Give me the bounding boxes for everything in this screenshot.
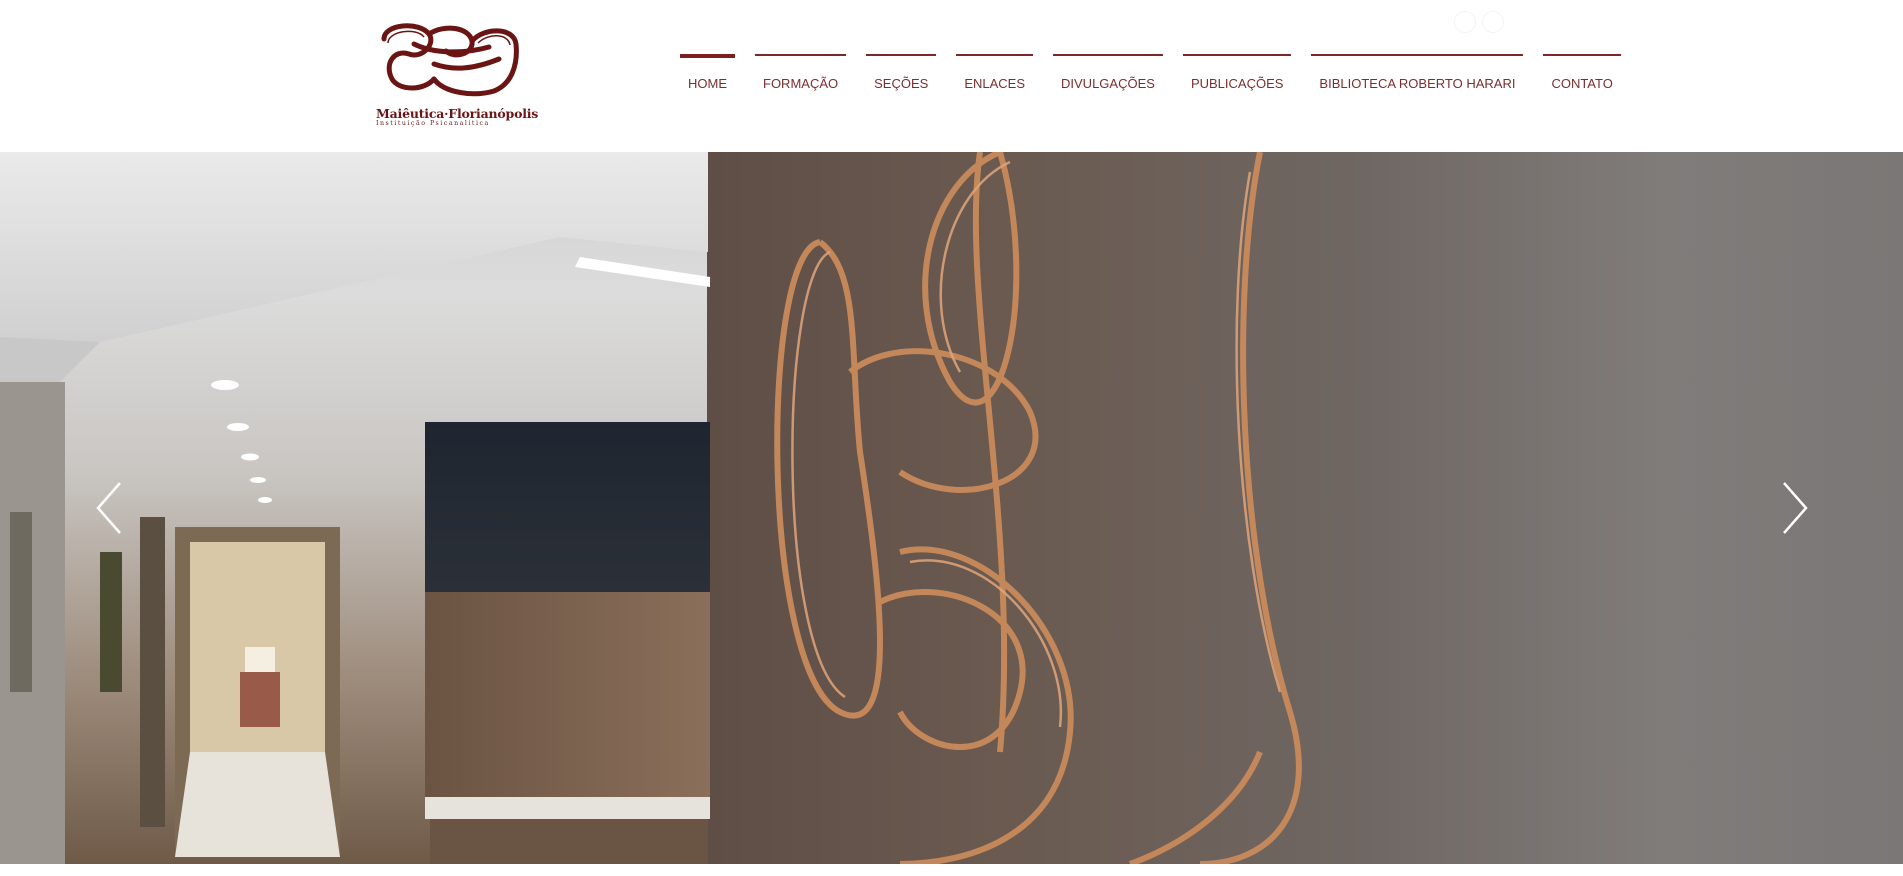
nav-item-secoes[interactable]: SEÇÕES: [866, 54, 937, 94]
nav-item-biblioteca[interactable]: BIBLIOTECA ROBERTO HARARI: [1311, 54, 1524, 94]
nav-item-divulgacoes[interactable]: DIVULGAÇÕES: [1053, 54, 1163, 94]
facebook-icon[interactable]: [1455, 12, 1475, 32]
slide-image: [0, 152, 1302, 864]
site-logo[interactable]: Maiêutica·Florianópolis Instituição Psic…: [374, 19, 539, 129]
chevron-right-icon: [1783, 482, 1808, 534]
nav-item-publicacoes[interactable]: PUBLICAÇÕES: [1182, 54, 1292, 94]
page-bottom-strip: [0, 864, 1903, 876]
logo-subtitle: Instituição Psicanalítica: [376, 120, 490, 127]
nav-item-enlaces[interactable]: ENLACES: [956, 54, 1033, 94]
main-nav: HOME FORMAÇÃO SEÇÕES ENLACES DIVULGAÇÕES…: [680, 54, 1622, 94]
site-header: Maiêutica·Florianópolis Instituição Psic…: [0, 0, 1903, 152]
instagram-icon[interactable]: [1483, 12, 1503, 32]
nav-item-contato[interactable]: CONTATO: [1543, 54, 1622, 94]
logo-knot-icon: [381, 23, 519, 97]
nav-item-formacao[interactable]: FORMAÇÃO: [755, 54, 847, 94]
slideshow-prev-button[interactable]: [92, 478, 132, 538]
slideshow-next-button[interactable]: [1772, 478, 1812, 538]
social-bar: [1455, 12, 1503, 32]
chevron-left-icon: [96, 482, 121, 534]
nav-item-home[interactable]: HOME: [680, 54, 735, 94]
hero-slideshow: [0, 152, 1903, 864]
logo-title: Maiêutica·Florianópolis: [376, 106, 539, 121]
